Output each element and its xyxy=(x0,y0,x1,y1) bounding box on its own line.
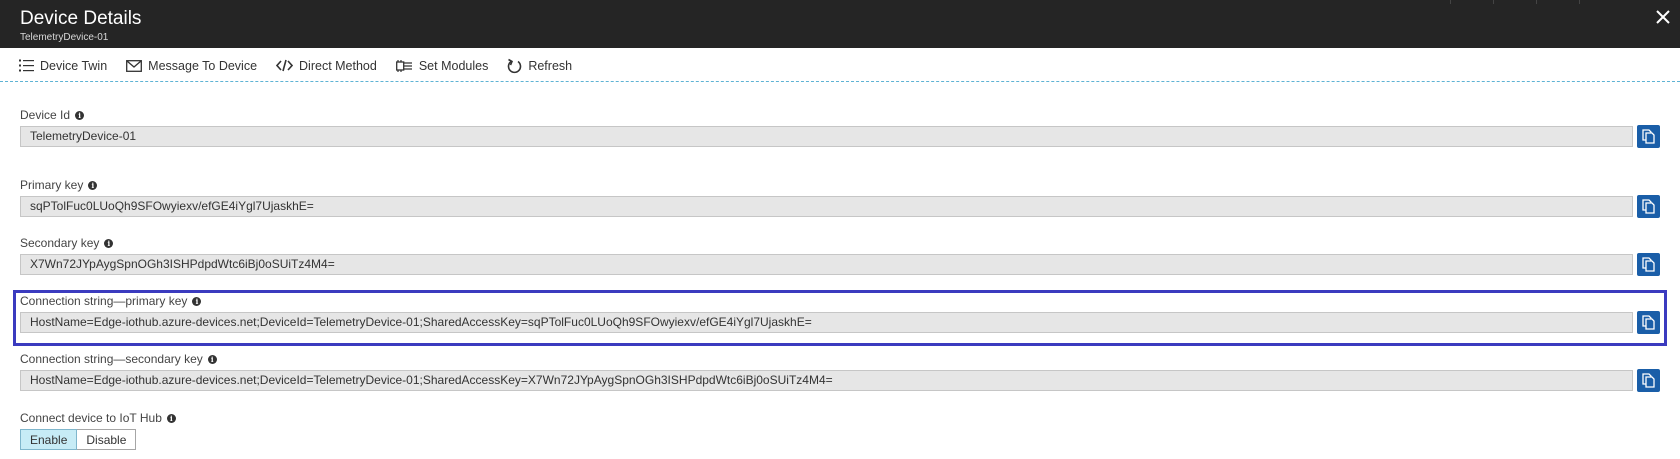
copy-icon xyxy=(1642,315,1655,330)
refresh-icon xyxy=(508,58,522,73)
close-icon xyxy=(1656,10,1670,24)
direct-method-label: Direct Method xyxy=(299,58,377,73)
info-icon[interactable]: i xyxy=(75,110,85,120)
close-button[interactable] xyxy=(1652,6,1674,28)
conn-secondary-label: Connection string—secondary key xyxy=(20,352,203,366)
device-twin-button[interactable]: Device Twin xyxy=(19,59,107,73)
conn-secondary-label-row: Connection string—secondary key i xyxy=(20,352,217,366)
page-title: Device Details xyxy=(20,8,142,29)
connect-label-row: Connect device to IoT Hub i xyxy=(20,411,176,425)
secondary-key-label-row: Secondary key i xyxy=(20,236,114,250)
message-to-device-button[interactable]: Message To Device xyxy=(126,59,257,73)
secondary-key-field[interactable]: X7Wn72JYpAygSpnOGh3ISHPdpdWtc6iBj0oSUiTz… xyxy=(20,254,1633,275)
copy-icon xyxy=(1642,129,1655,144)
copy-conn-secondary-button[interactable] xyxy=(1637,369,1660,392)
primary-key-field[interactable]: sqPTolFuc0LUoQh9SFOwyiexv/efGE4iYgl7Ujas… xyxy=(20,196,1633,217)
device-twin-label: Device Twin xyxy=(40,58,108,73)
page-subtitle: TelemetryDevice-01 xyxy=(20,32,109,43)
connect-label: Connect device to IoT Hub xyxy=(20,411,162,425)
info-icon[interactable]: i xyxy=(166,413,176,423)
enable-option[interactable]: Enable xyxy=(20,429,78,450)
direct-method-button[interactable]: Direct Method xyxy=(276,59,377,73)
envelope-icon xyxy=(126,59,143,72)
info-icon[interactable]: i xyxy=(207,354,217,364)
command-bar: Device Twin Message To Device Direct Met… xyxy=(0,50,1680,82)
code-icon xyxy=(276,59,294,72)
connect-toggle: Enable Disable xyxy=(20,429,137,450)
secondary-key-label: Secondary key xyxy=(20,236,100,250)
primary-key-label: Primary key xyxy=(20,178,84,192)
copy-device-id-button[interactable] xyxy=(1637,125,1660,148)
device-id-label: Device Id xyxy=(20,108,71,122)
copy-primary-key-button[interactable] xyxy=(1637,195,1660,218)
refresh-label: Refresh xyxy=(528,58,573,73)
conn-primary-field[interactable]: HostName=Edge-iothub.azure-devices.net;D… xyxy=(20,312,1633,333)
info-icon[interactable]: i xyxy=(88,180,98,190)
modules-icon xyxy=(395,59,412,72)
copy-secondary-key-button[interactable] xyxy=(1637,253,1660,276)
panel-header: Device Details TelemetryDevice-01 xyxy=(0,0,1680,48)
device-id-field[interactable]: TelemetryDevice-01 xyxy=(20,126,1633,147)
conn-primary-label: Connection string—primary key xyxy=(20,294,188,308)
info-icon[interactable]: i xyxy=(192,296,202,306)
header-tab-strip xyxy=(1450,0,1620,4)
conn-primary-label-row: Connection string—primary key i xyxy=(20,294,202,308)
copy-icon xyxy=(1642,199,1655,214)
copy-conn-primary-button[interactable] xyxy=(1637,311,1660,334)
list-icon xyxy=(19,59,34,72)
device-id-label-row: Device Id i xyxy=(20,108,85,122)
info-icon[interactable]: i xyxy=(104,238,114,248)
copy-icon xyxy=(1642,257,1655,272)
set-modules-label: Set Modules xyxy=(418,58,489,73)
conn-secondary-field[interactable]: HostName=Edge-iothub.azure-devices.net;D… xyxy=(20,370,1633,391)
message-to-device-label: Message To Device xyxy=(148,58,258,73)
disable-option[interactable]: Disable xyxy=(77,429,137,450)
set-modules-button[interactable]: Set Modules xyxy=(395,58,489,73)
primary-key-label-row: Primary key i xyxy=(20,178,98,192)
refresh-button[interactable]: Refresh xyxy=(507,58,572,74)
copy-icon xyxy=(1642,373,1655,388)
